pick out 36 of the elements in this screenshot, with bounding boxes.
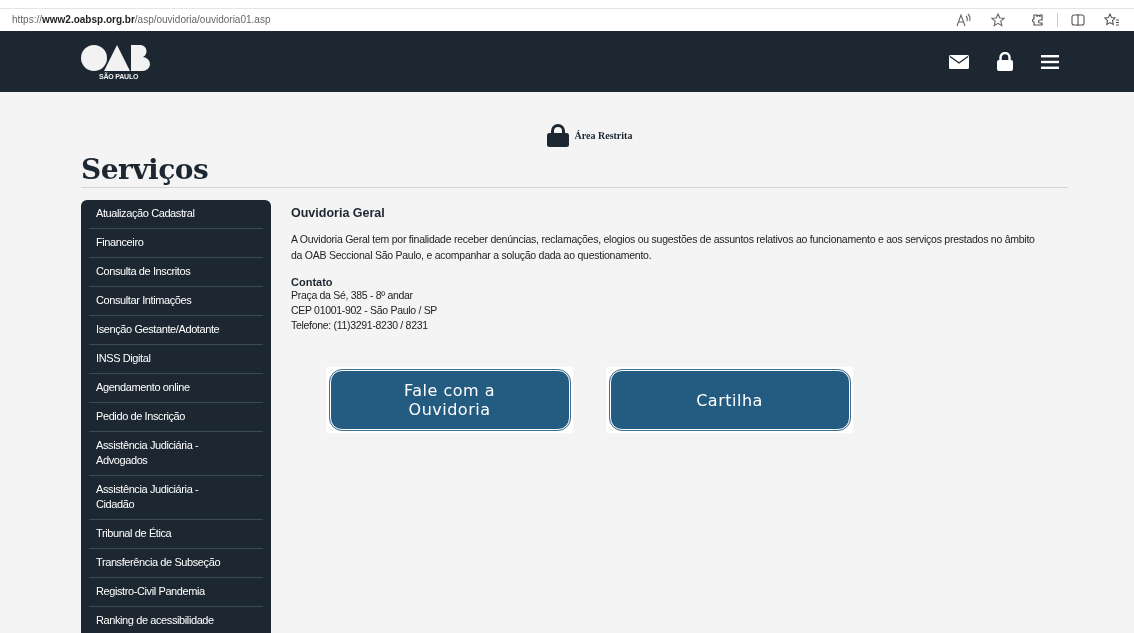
split-screen-icon[interactable] (1071, 13, 1085, 26)
favorites-icon[interactable] (1104, 12, 1120, 27)
mail-icon[interactable] (949, 54, 969, 69)
extensions-icon[interactable] (1030, 12, 1044, 27)
contact-line: Telefone: (11)3291-8230 / 8231 (291, 318, 429, 333)
sidebar-item[interactable]: Ranking de acessibilidade (89, 607, 263, 633)
read-aloud-icon[interactable] (956, 12, 972, 27)
sidebar-item[interactable]: Atualização Cadastral (89, 200, 263, 229)
contact-heading: Contato (291, 276, 334, 288)
restricted-area-link[interactable]: Área Restrita (574, 130, 633, 141)
sidebar-item[interactable]: Consulta de Inscritos (89, 258, 263, 287)
contact-line: Praça da Sé, 385 - 8º andar (291, 288, 414, 303)
link-button[interactable]: Fale com a Ouvidoria (329, 370, 570, 430)
lock-icon[interactable] (546, 124, 569, 147)
sidebar-item[interactable]: Isenção Gestante/Adotante (89, 316, 263, 345)
sidebar-item[interactable]: Assistência Judiciária - Advogados (89, 432, 263, 476)
menu-icon[interactable] (1041, 54, 1059, 69)
sidebar-item[interactable]: Assistência Judiciária - Cidadão (89, 476, 263, 520)
sidebar-item[interactable]: Consultar Intimações (89, 287, 263, 316)
lock-icon[interactable] (996, 52, 1014, 71)
sidebar-item[interactable]: Pedido de Inscrição (89, 403, 263, 432)
description-text: A Ouvidoria Geral tem por finalidade receber denúncias, reclamações, elogios ou sugestões de assuntos relativos ao funcionamento e aos serviços prestados no âmbito da OAB Seccional São Paulo, e acompanhar a solução dada ao questionamento. (291, 232, 1036, 263)
sidebar-item[interactable]: Registro-Civil Pandemia (89, 578, 263, 607)
sidebar-item[interactable]: Transferência de Subseção (89, 549, 263, 578)
sidebar-item[interactable]: Agendamento online (89, 374, 263, 403)
logo-icon[interactable] (81, 43, 153, 72)
sidebar-item[interactable]: INSS Digital (89, 345, 263, 374)
star-icon[interactable] (991, 12, 1005, 27)
sidebar-item[interactable]: Financeiro (89, 229, 263, 258)
contact-line: CEP 01001-902 - São Paulo / SP (291, 303, 439, 318)
page-title: Serviços (81, 153, 210, 187)
sidebar-item[interactable]: Tribunal de Ética (89, 520, 263, 549)
section-title: Ouvidoria Geral (291, 206, 386, 220)
address-bar[interactable]: https://www2.oabsp.org.br/asp/ouvidoria/ouvidoria01.asp (0, 0, 1134, 31)
link-button[interactable]: Cartilha (609, 370, 850, 430)
url-text: https://www2.oabsp.org.br/asp/ouvidoria/ouvidoria01.asp (12, 14, 271, 25)
